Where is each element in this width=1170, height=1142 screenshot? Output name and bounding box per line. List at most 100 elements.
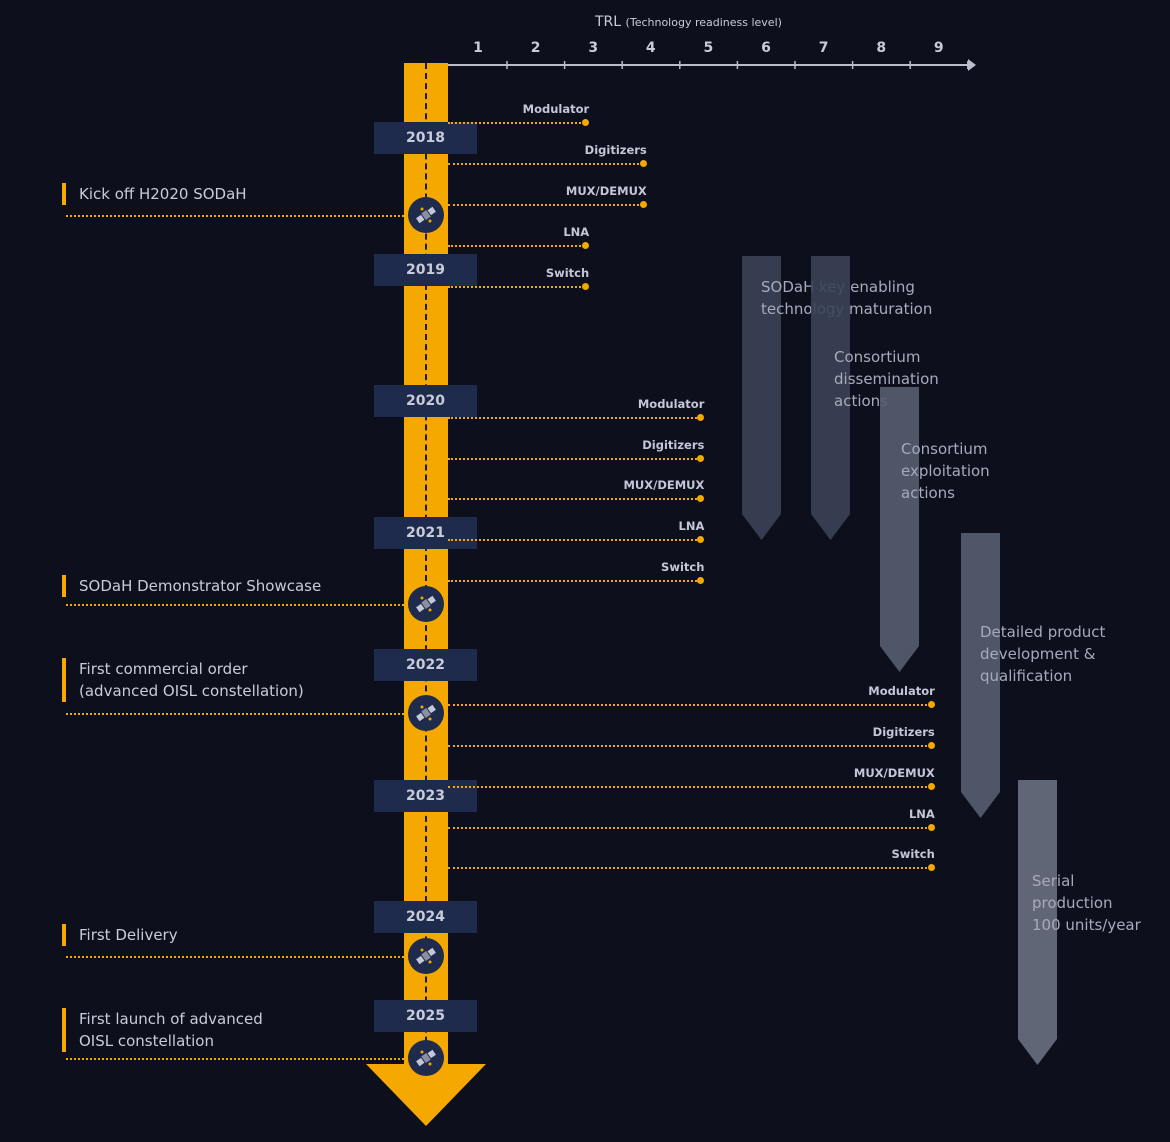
tech-label: Digitizers: [584, 143, 647, 157]
year-marker: 2022: [374, 649, 477, 681]
year-marker: 2023: [374, 780, 477, 812]
event-label: First launch of advanced OISL constellati…: [62, 1008, 263, 1052]
event-connector: [66, 713, 404, 715]
phase-label-line: Detailed product: [980, 623, 1106, 641]
phase-arrow: [880, 387, 919, 672]
event-label-line: (advanced OISL constellation): [79, 682, 304, 700]
tech-label: MUX/DEMUX: [853, 766, 935, 780]
tech-label: Modulator: [522, 102, 590, 116]
phase-label-line: Serial: [1032, 872, 1075, 890]
trl-tick-label: 1: [473, 40, 483, 56]
tech-connector: [448, 580, 701, 582]
event-label-line: SODaH Demonstrator Showcase: [79, 577, 322, 595]
year-marker: 2025: [374, 1000, 477, 1032]
tech-label: Switch: [661, 560, 705, 574]
satellite-icon: [408, 586, 444, 622]
trl-tick-label: 4: [645, 40, 656, 56]
trl-tick-label: 9: [933, 40, 944, 56]
tech-connector: [448, 417, 701, 419]
trl-tick-label: 8: [876, 40, 887, 56]
event-label: First Delivery: [62, 924, 178, 946]
phase-label-line: exploitation: [901, 462, 990, 480]
trl-marker-dot: [927, 824, 935, 831]
tech-connector: [448, 245, 586, 247]
satellite-icon: [408, 938, 444, 974]
year-marker: 2024: [374, 901, 477, 933]
trl-marker-dot: [927, 742, 935, 749]
event-connector: [66, 215, 404, 217]
phase-label: Consortium exploitation actions: [901, 438, 990, 504]
year-marker: 2021: [374, 517, 477, 549]
phase-label-line: Consortium: [834, 348, 921, 366]
tech-label: Modulator: [637, 397, 705, 411]
trl-marker-dot: [697, 495, 705, 502]
arrow-right-icon: [968, 59, 976, 71]
trl-marker-dot: [927, 864, 935, 871]
tech-connector: [448, 498, 701, 500]
tech-label: Switch: [545, 266, 590, 280]
phase-label-line: production: [1032, 894, 1113, 912]
trl-axis-subtitle: (Technology readiness level): [625, 16, 782, 29]
tech-connector: [448, 827, 931, 829]
phase-label: Serial production 100 units/year: [1032, 870, 1141, 936]
event-connector: [66, 1058, 404, 1060]
event-connector: [66, 604, 404, 606]
phase-label: Detailed product development & qualificati…: [980, 621, 1105, 687]
trl-axis-title-text: TRL: [595, 14, 622, 30]
phase-label-line: qualification: [980, 667, 1073, 685]
tech-connector: [448, 204, 643, 206]
trl-marker-dot: [582, 242, 590, 249]
phase-label-line: 100 units/year: [1032, 916, 1141, 934]
tech-label: Digitizers: [642, 438, 705, 452]
trl-marker-dot: [697, 414, 705, 421]
tech-label: LNA: [563, 225, 590, 239]
event-label-line: OISL constellation: [79, 1032, 214, 1050]
event-label-line: First Delivery: [79, 926, 178, 944]
trl-axis-title: TRL (Technology readiness level): [595, 14, 782, 30]
trl-marker-dot: [697, 455, 705, 462]
tech-connector: [448, 704, 931, 706]
satellite-icon: [408, 695, 444, 731]
event-label-line: Kick off H2020 SODaH: [79, 185, 247, 203]
tech-label: Modulator: [868, 684, 935, 698]
tech-connector: [448, 286, 586, 288]
trl-marker-dot: [927, 701, 935, 708]
tech-label: Switch: [891, 847, 935, 861]
tech-label: LNA: [908, 807, 935, 821]
trl-tick-label: 6: [761, 40, 771, 56]
trl-marker-dot: [927, 783, 935, 790]
tech-connector: [448, 458, 701, 460]
trl-marker-dot: [582, 283, 590, 290]
trl-marker-dot: [639, 201, 647, 208]
event-connector: [66, 956, 404, 958]
event-label-line: First commercial order: [79, 660, 248, 678]
year-marker: 2018: [374, 122, 477, 154]
tech-connector: [448, 786, 931, 788]
trl-tick-label: 2: [530, 40, 541, 56]
event-label-line: First launch of advanced: [79, 1010, 263, 1028]
trl-marker-dot: [697, 536, 705, 543]
satellite-icon: [408, 197, 444, 233]
event-label: Kick off H2020 SODaH: [62, 183, 247, 205]
phase-label-line: Consortium: [901, 440, 988, 458]
year-marker: 2019: [374, 254, 477, 286]
tech-connector: [448, 163, 643, 165]
trl-tick-label: 7: [818, 40, 829, 56]
tech-connector: [448, 867, 931, 869]
phase-label-line: development &: [980, 645, 1096, 663]
event-label: First commercial order (advanced OISL con…: [62, 658, 304, 702]
trl-marker-dot: [639, 160, 647, 167]
tech-connector: [448, 122, 586, 124]
tech-label: Digitizers: [872, 725, 935, 739]
tech-connector: [448, 745, 931, 747]
year-marker: 2020: [374, 385, 477, 417]
tech-label: MUX/DEMUX: [623, 478, 705, 492]
satellite-icon: [408, 1040, 444, 1076]
tech-label: MUX/DEMUX: [565, 184, 647, 198]
trl-tick-label: 3: [588, 40, 599, 56]
tech-label: LNA: [678, 519, 705, 533]
trl-marker-dot: [697, 577, 705, 584]
trl-tick-label: 5: [703, 40, 714, 56]
trl-axis: [448, 59, 976, 71]
phase-label-line: actions: [901, 484, 955, 502]
